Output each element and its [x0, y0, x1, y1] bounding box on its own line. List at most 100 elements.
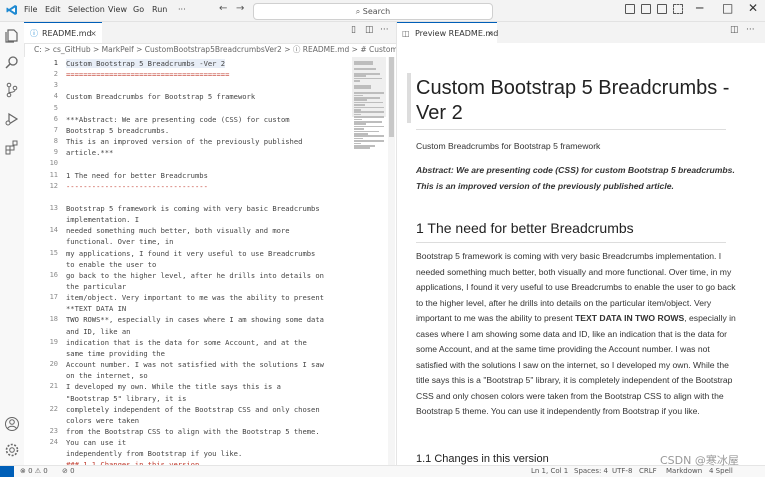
- source-control-icon[interactable]: [4, 82, 20, 98]
- menu-view[interactable]: View: [108, 5, 127, 14]
- code-line[interactable]: ---------------------------------: [66, 182, 208, 191]
- minimap-line: [354, 128, 364, 130]
- maximize-icon[interactable]: □: [722, 1, 733, 15]
- more-actions-icon[interactable]: ···: [746, 25, 755, 35]
- menu-selection[interactable]: Selection: [68, 5, 105, 14]
- problems-indicator[interactable]: ⊗ 0 ⚠ 0: [20, 467, 48, 475]
- line-ending[interactable]: CRLF: [639, 467, 657, 475]
- minimap-line: [354, 106, 384, 109]
- code-line[interactable]: on the internet, so: [66, 371, 148, 380]
- minimap[interactable]: [352, 57, 386, 465]
- code-line[interactable]: completely independent of the Bootstrap …: [66, 405, 320, 414]
- line-number: 5: [53, 103, 58, 112]
- language-mode[interactable]: Markdown: [666, 467, 702, 475]
- toggle-sidebar-icon[interactable]: [625, 4, 635, 14]
- code-line[interactable]: the particular: [66, 282, 126, 291]
- close-tab-icon[interactable]: ×: [487, 23, 494, 44]
- code-line[interactable]: needed something much better, both visua…: [66, 226, 290, 235]
- indentation[interactable]: Spaces: 4: [574, 467, 608, 475]
- close-tab-icon[interactable]: ×: [90, 23, 97, 44]
- code-line[interactable]: ***Abstract: We are presenting code (CSS…: [66, 115, 290, 124]
- code-line[interactable]: functional. Over time, in: [66, 237, 173, 246]
- code-line[interactable]: **TEXT DATA IN: [66, 304, 126, 313]
- code-line[interactable]: from the Bootstrap CSS to align with the…: [66, 427, 320, 436]
- code-line[interactable]: implementation. I: [66, 215, 139, 224]
- code-line[interactable]: I developed my own. While the title says…: [66, 382, 281, 391]
- toggle-panel-icon[interactable]: [641, 4, 651, 14]
- line-number: 6: [53, 114, 58, 123]
- code-line[interactable]: indication that is the data for some Acc…: [66, 338, 307, 347]
- preview-icon: ◫: [402, 29, 410, 38]
- ports-indicator[interactable]: ⊘ 0: [62, 467, 75, 475]
- minimap-line: [354, 125, 384, 128]
- close-window-icon[interactable]: ✕: [748, 1, 758, 15]
- forward-arrow-icon[interactable]: →: [236, 3, 244, 14]
- line-number: 2: [53, 70, 58, 79]
- cursor-position[interactable]: Ln 1, Col 1: [531, 467, 568, 475]
- code-line[interactable]: ======================================: [66, 70, 229, 79]
- code-line[interactable]: Bootstrap 5 framework is coming with ver…: [66, 204, 320, 213]
- open-preview-icon[interactable]: ▯: [351, 25, 356, 35]
- command-center-search[interactable]: ⌕ Search: [253, 3, 493, 20]
- menu-file[interactable]: File: [24, 5, 37, 14]
- menu-edit[interactable]: Edit: [45, 5, 61, 14]
- line-number: 12: [49, 181, 58, 190]
- account-icon[interactable]: [4, 416, 20, 432]
- code-line[interactable]: Account number. I was not satisfied with…: [66, 360, 324, 369]
- minimize-icon[interactable]: ─: [696, 1, 703, 15]
- minimap-line: [354, 121, 382, 123]
- tab-readme[interactable]: ⓘ README.md ×: [24, 22, 102, 43]
- code-line[interactable]: Bootstrap 5 breadcrumbs.: [66, 126, 169, 135]
- editor-scrollbar[interactable]: [388, 57, 395, 465]
- code-line[interactable]: This is an improved version of the previ…: [66, 137, 302, 146]
- markdown-preview[interactable]: Custom Bootstrap 5 Breadcrumbs - Ver 2 Cu…: [397, 43, 765, 465]
- code-editor[interactable]: 1 2 3 4 5 6 7 8 9 10 11 12 13 14 15 16 17 18 19 20 21 22 23 24 …: [24, 57, 396, 465]
- back-arrow-icon[interactable]: ←: [219, 3, 227, 14]
- toggle-secondary-sidebar-icon[interactable]: [657, 4, 667, 14]
- more-actions-icon[interactable]: ···: [380, 25, 389, 35]
- code-lines[interactable]: Custom Bootstrap 5 Breadcrumbs -Ver 2 ===…: [66, 57, 344, 465]
- breadcrumb[interactable]: C: > cs_GitHub > MarkPelf > CustomBootst…: [24, 43, 396, 57]
- code-line[interactable]: colors were taken: [66, 416, 139, 425]
- menu-run[interactable]: Run: [152, 5, 167, 14]
- code-line[interactable]: and ID, like an: [66, 327, 131, 336]
- customize-layout-icon[interactable]: [673, 4, 683, 14]
- run-debug-icon[interactable]: [4, 111, 20, 127]
- editor-scrollbar-thumb[interactable]: [389, 57, 394, 137]
- minimap-line: [354, 104, 365, 106]
- code-line[interactable]: go back to the higher level, after he dr…: [66, 271, 324, 280]
- minimap-line: [354, 85, 371, 87]
- code-line[interactable]: You can use it: [66, 438, 126, 447]
- line-number: 3: [53, 81, 58, 90]
- menu-more[interactable]: ···: [178, 5, 186, 14]
- line-number-gutter: 1 2 3 4 5 6 7 8 9 10 11 12 13 14 15 16 17 18 19 20 21 22 23 24: [24, 57, 58, 465]
- preview-tab-bar: ◫ Preview README.md × ◫ ···: [397, 22, 765, 44]
- code-line[interactable]: 1 The need for better Breadcrumbs: [66, 171, 208, 180]
- activity-bar: [0, 22, 25, 465]
- code-line[interactable]: independently from Bootstrap if you like…: [66, 449, 242, 458]
- spell-check[interactable]: 4 Spell: [709, 467, 733, 475]
- line-number: 10: [49, 159, 58, 168]
- tab-preview-readme[interactable]: ◫ Preview README.md ×: [397, 22, 498, 44]
- extensions-icon[interactable]: [4, 139, 20, 155]
- code-line[interactable]: item/object. Very important to me was th…: [66, 293, 324, 302]
- encoding[interactable]: UTF-8: [612, 467, 632, 475]
- settings-gear-icon[interactable]: [4, 442, 20, 458]
- code-line[interactable]: to enable the user to: [66, 260, 156, 269]
- line-number: 9: [53, 148, 58, 157]
- menu-go[interactable]: Go: [133, 5, 144, 14]
- explorer-icon[interactable]: [4, 28, 20, 44]
- code-line[interactable]: Custom Bootstrap 5 Breadcrumbs -Ver 2: [66, 59, 226, 68]
- code-line[interactable]: "Bootstrap 5" library, it is: [66, 394, 186, 403]
- code-line[interactable]: article.***: [66, 148, 113, 157]
- code-line[interactable]: my applications, I found it very useful …: [66, 249, 315, 258]
- code-line[interactable]: same time providing the: [66, 349, 165, 358]
- split-editor-icon[interactable]: ◫: [365, 25, 374, 35]
- title-underline: [416, 129, 726, 130]
- search-icon[interactable]: [4, 54, 20, 70]
- remote-indicator[interactable]: [0, 466, 14, 477]
- code-line[interactable]: TWO ROWS**, especially in cases where I …: [66, 315, 324, 324]
- code-line[interactable]: Custom Breadcrumbs for Bootstrap 5 frame…: [66, 92, 255, 101]
- split-editor-icon[interactable]: ◫: [730, 25, 739, 35]
- search-icon: ⌕: [355, 7, 363, 16]
